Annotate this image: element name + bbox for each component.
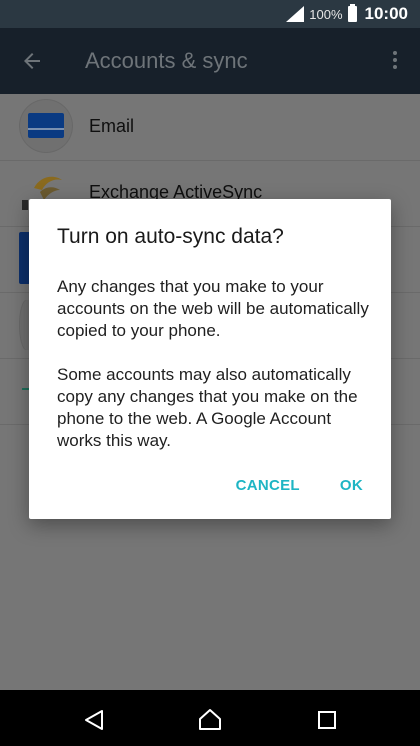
ok-button[interactable]: OK bbox=[340, 477, 363, 494]
status-indicators: 100% 10:00 bbox=[286, 4, 408, 24]
signal-icon bbox=[286, 6, 305, 22]
battery-icon bbox=[347, 4, 357, 22]
cancel-button[interactable]: CANCEL bbox=[236, 477, 300, 494]
dialog-message: Any changes that you make to your accoun… bbox=[57, 276, 375, 474]
dialog-actions: CANCEL OK bbox=[236, 477, 363, 494]
auto-sync-dialog: Turn on auto-sync data? Any changes that… bbox=[29, 199, 391, 519]
nav-recents-icon[interactable] bbox=[315, 708, 339, 732]
navigation-bar bbox=[0, 690, 420, 746]
app-bar: Accounts & sync bbox=[0, 28, 420, 94]
list-item-label: Email bbox=[89, 116, 135, 136]
battery-percent: 100% bbox=[309, 6, 343, 22]
back-arrow-icon[interactable] bbox=[20, 49, 44, 78]
clock: 10:00 bbox=[364, 4, 408, 23]
email-icon bbox=[20, 100, 72, 152]
overflow-menu-icon[interactable] bbox=[392, 51, 398, 71]
nav-home-icon[interactable] bbox=[198, 708, 222, 732]
nav-back-icon[interactable] bbox=[82, 708, 106, 732]
page-title: Accounts & sync bbox=[85, 48, 248, 73]
dialog-message-paragraph: Any changes that you make to your accoun… bbox=[57, 277, 369, 340]
status-bar: 100% 10:00 bbox=[0, 0, 420, 28]
list-item-email[interactable]: Email bbox=[0, 94, 420, 161]
dialog-message-paragraph: Some accounts may also automatically cop… bbox=[57, 365, 358, 450]
dialog-title: Turn on auto-sync data? bbox=[57, 225, 284, 248]
